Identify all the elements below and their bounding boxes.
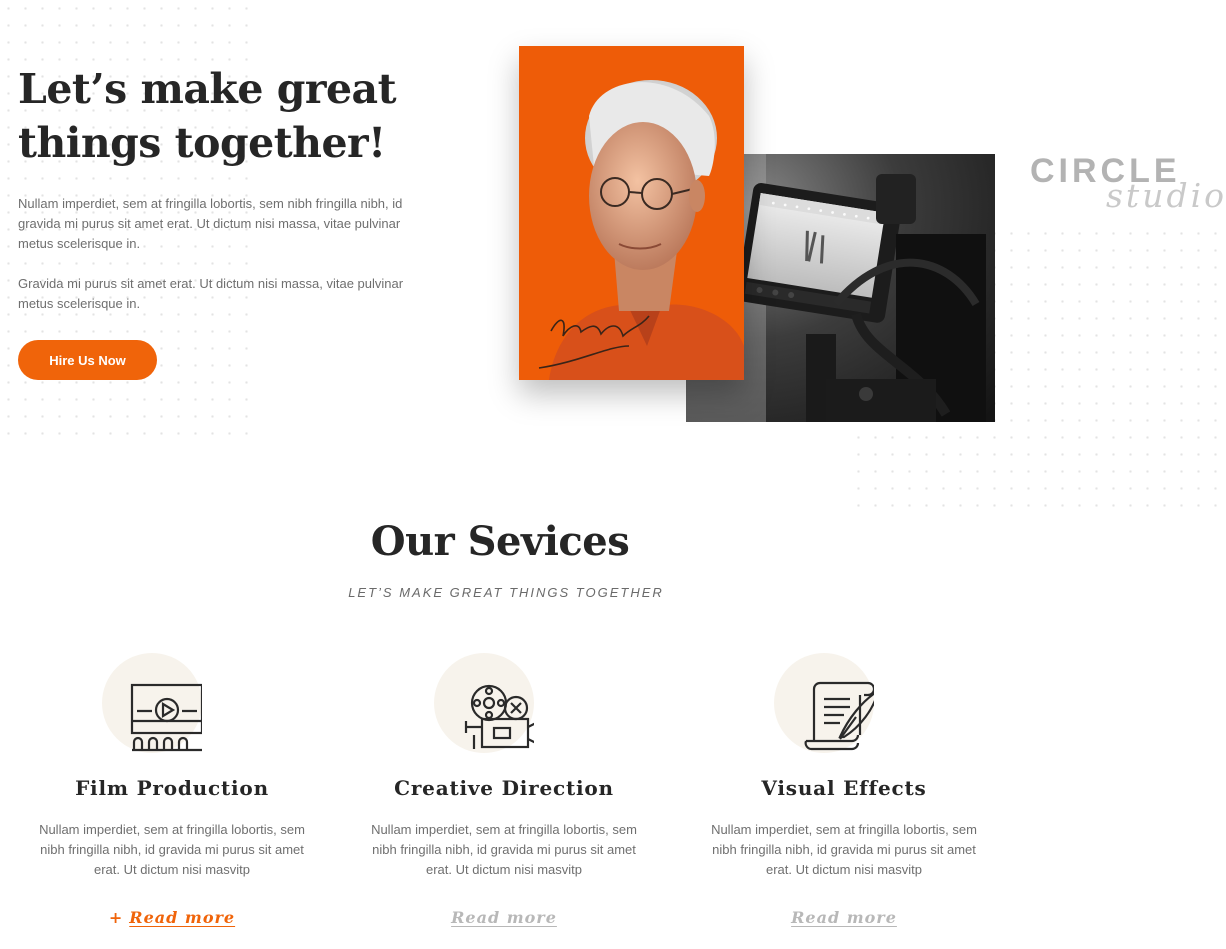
service-description: Nullam imperdiet, sem at fringilla lobor… <box>711 822 977 877</box>
portrait-photo <box>519 46 744 380</box>
hire-us-button[interactable]: Hire Us Now <box>18 340 157 380</box>
brand-word-studio: studio <box>1106 176 1226 215</box>
script-quill-icon <box>774 653 884 763</box>
plus-icon: + <box>108 908 124 927</box>
read-more-link[interactable]: + Read more <box>27 908 317 927</box>
service-title: Film Production <box>75 776 269 800</box>
hero-paragraph-2: Gravida mi purus sit amet erat. Ut dictu… <box>18 276 404 311</box>
services-title: Our Sevices <box>370 518 630 565</box>
service-description: Nullam imperdiet, sem at fringilla lobor… <box>371 822 637 877</box>
service-title: Visual Effects <box>761 776 927 800</box>
hero-paragraph-1: Nullam imperdiet, sem at fringilla lobor… <box>18 196 403 251</box>
read-more-label: Read more <box>129 908 236 927</box>
hero-title: Let’s make great things together! <box>18 65 397 167</box>
read-more-link[interactable]: Read more <box>359 908 649 927</box>
read-more-link[interactable]: Read more <box>699 908 989 927</box>
film-projector-icon <box>434 653 544 763</box>
circle-studio-logo: CIRCLE studio <box>1030 150 1226 220</box>
service-description: Nullam imperdiet, sem at fringilla lobor… <box>39 822 305 877</box>
film-screen-icon <box>102 653 212 763</box>
services-subtitle: LET’S MAKE GREAT THINGS TOGETHER <box>348 585 664 600</box>
service-title: Creative Direction <box>394 776 614 800</box>
